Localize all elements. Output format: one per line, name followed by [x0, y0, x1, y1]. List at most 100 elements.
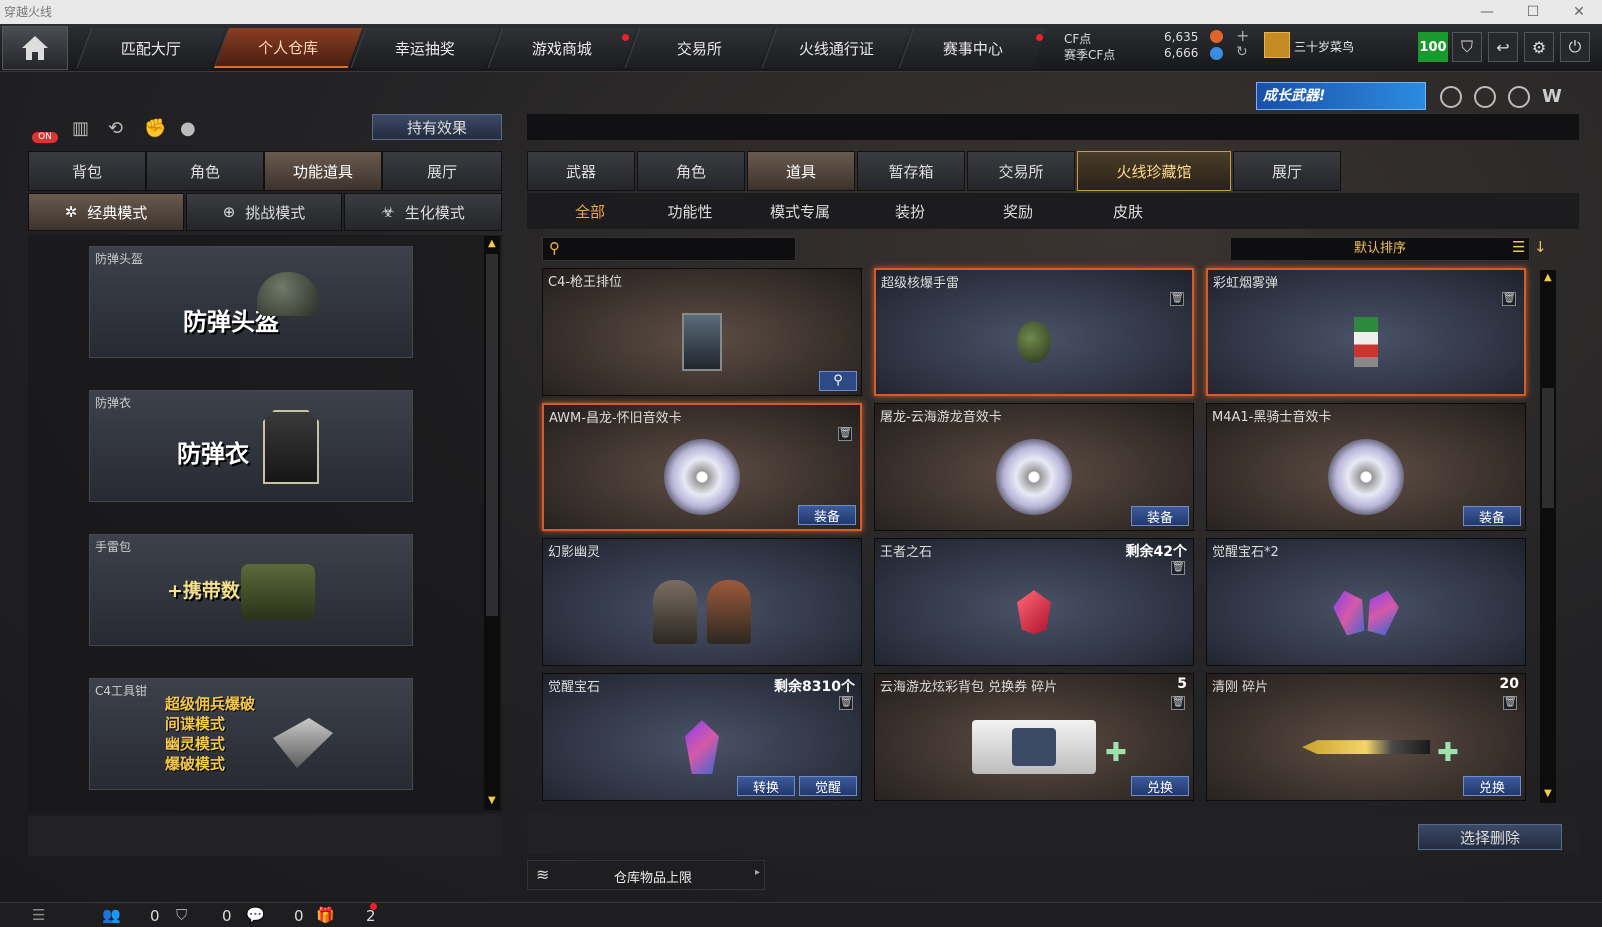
power-icon[interactable]: ⏻	[1560, 32, 1590, 62]
trash-icon[interactable]: 🗑	[1170, 292, 1184, 306]
nav-tab-match-hall[interactable]: 匹配大厅	[76, 28, 226, 68]
item-card[interactable]: 幻影幽灵	[542, 538, 862, 666]
home-button[interactable]	[2, 26, 68, 70]
shield-icon[interactable]: ⛉	[1452, 32, 1482, 62]
sort-dropdown[interactable]: 默认排序	[1230, 237, 1530, 261]
nav-tab-exchange[interactable]: 交易所	[624, 28, 774, 68]
equip-button[interactable]: 装备	[1131, 506, 1189, 526]
card-c4-pliers[interactable]: C4工具钳 超级佣兵爆破 间谍模式 幽灵模式 爆破模式	[88, 677, 414, 791]
tab-cf-collection[interactable]: 火线珍藏馆	[1077, 151, 1231, 191]
select-delete-button[interactable]: 选择删除	[1418, 824, 1562, 850]
tab-showroom[interactable]: 展厅	[382, 151, 502, 191]
list-icon[interactable]: ☰	[32, 906, 45, 924]
equip-button[interactable]: 装备	[798, 505, 856, 525]
item-card[interactable]: 云海游龙炫彩背包 兑换券 碎片 5 🗑 ✚ 兑换	[874, 673, 1194, 801]
scroll-thumb[interactable]	[1542, 388, 1554, 508]
scroll-down-icon[interactable]: ▼	[1544, 788, 1552, 799]
tab-weapons[interactable]: 武器	[527, 151, 635, 191]
search-input[interactable]	[571, 240, 791, 258]
badge-icon[interactable]	[1440, 86, 1462, 108]
tab-props[interactable]: 道具	[747, 151, 855, 191]
redeem-button[interactable]: 兑换	[1463, 776, 1521, 796]
tab-characters[interactable]: 角色	[637, 151, 745, 191]
trash-icon[interactable]: 🗑	[839, 696, 853, 710]
chat-icon[interactable]: 💬	[246, 906, 265, 924]
refresh-icon[interactable]: ↻	[1236, 44, 1248, 60]
equip-button[interactable]: 装备	[1463, 506, 1521, 526]
tab-functional-items[interactable]: 功能道具	[264, 151, 382, 191]
minimize-icon[interactable]: —	[1464, 0, 1510, 24]
item-card[interactable]: C4-枪王排位 ⚲	[542, 268, 862, 396]
trash-icon[interactable]: 🗑	[1503, 696, 1517, 710]
nav-tab-battle-pass[interactable]: 火线通行证	[761, 28, 911, 68]
trash-icon[interactable]: 🗑	[838, 427, 852, 441]
return-icon[interactable]: ↩	[1488, 32, 1518, 62]
subtab-all[interactable]: 全部	[540, 201, 640, 222]
card-grenade-pack[interactable]: 手雷包 +携带数	[88, 533, 414, 647]
storage-limit-bar[interactable]: ≋ 仓库物品上限 ▸	[527, 860, 765, 890]
nav-tab-game-mall[interactable]: 游戏商城	[487, 28, 637, 68]
subtab-functional[interactable]: 功能性	[640, 201, 740, 222]
convert-button[interactable]: 转换	[737, 776, 795, 796]
star-icon[interactable]	[1508, 86, 1530, 108]
grid-scrollbar[interactable]: ▲ ▼	[1540, 270, 1556, 803]
close-icon[interactable]: ✕	[1556, 0, 1602, 24]
item-card[interactable]: 彩虹烟雾弹 🗑	[1206, 268, 1526, 396]
item-card[interactable]: 清刚 碎片 20 🗑 ✚ 兑换	[1206, 673, 1526, 801]
item-card[interactable]: M4A1-黑骑士音效卡 装备	[1206, 403, 1526, 531]
card-armor[interactable]: 防弹衣 防弹衣	[88, 389, 414, 503]
username[interactable]: 三十岁菜鸟	[1294, 38, 1354, 55]
subtab-mode-exclusive[interactable]: 模式专属	[750, 201, 850, 222]
tab-temp-box[interactable]: 暂存箱	[857, 151, 965, 191]
hold-effect-button[interactable]: 持有效果	[372, 114, 502, 140]
mode-zombie[interactable]: ☣ 生化模式	[344, 193, 502, 231]
scroll-down-icon[interactable]: ▼	[488, 795, 496, 806]
scroll-up-icon[interactable]: ▲	[488, 238, 496, 249]
gear-icon[interactable]: ⚙	[1524, 32, 1554, 62]
item-card[interactable]: 觉醒宝石 剩余8310个 🗑 转换 觉醒	[542, 673, 862, 801]
trash-icon[interactable]: 🗑	[1171, 561, 1185, 575]
item-card[interactable]: 超级核爆手雷 🗑	[874, 268, 1194, 396]
fist-icon[interactable]: ✊	[144, 118, 166, 140]
nav-tab-personal-storage[interactable]: 个人仓库	[213, 28, 363, 68]
item-card[interactable]: 屠龙-云海游龙音效卡 装备	[874, 403, 1194, 531]
nav-tab-event-center[interactable]: 赛事中心	[898, 28, 1048, 68]
tab-gallery[interactable]: 展厅	[1233, 151, 1341, 191]
tab-trading[interactable]: 交易所	[967, 151, 1075, 191]
left-scrollbar[interactable]: ▲ ▼	[484, 236, 500, 810]
card-helmet[interactable]: 防弹头盔 防弹头盔	[88, 245, 414, 359]
subtab-skin[interactable]: 皮肤	[1078, 201, 1178, 222]
gift-icon[interactable]: 🎁	[316, 906, 335, 924]
subtab-reward[interactable]: 奖励	[968, 201, 1068, 222]
mode-classic[interactable]: ✲ 经典模式	[28, 193, 184, 231]
clan-shield-icon[interactable]: ⛉	[176, 906, 187, 924]
scroll-up-icon[interactable]: ▲	[1544, 272, 1552, 283]
trash-icon[interactable]: 🗑	[1171, 696, 1185, 710]
sort-arrow-icon[interactable]: ↓	[1534, 238, 1552, 260]
globe-icon[interactable]	[1474, 86, 1496, 108]
trash-icon[interactable]: 🗑	[1502, 292, 1516, 306]
w-logo-icon[interactable]: W	[1542, 86, 1566, 108]
redeem-button[interactable]: 兑换	[1131, 776, 1189, 796]
auto-toggle-icon[interactable]: ON	[32, 118, 58, 143]
growth-weapon-banner[interactable]: 成长武器!	[1256, 82, 1426, 110]
maximize-icon[interactable]: ☐	[1510, 0, 1556, 24]
awaken-button[interactable]: 觉醒	[799, 776, 857, 796]
tab-backpack[interactable]: 背包	[28, 151, 146, 191]
scroll-thumb[interactable]	[486, 254, 498, 616]
add-icon[interactable]: +	[1236, 26, 1249, 45]
grenade-icon[interactable]: ●	[180, 118, 202, 140]
friends-icon[interactable]: 👥	[102, 906, 121, 924]
magnify-icon[interactable]: ⚲	[819, 371, 857, 391]
nav-tab-lucky-draw[interactable]: 幸运抽奖	[350, 28, 500, 68]
item-card[interactable]: 王者之石 剩余42个 🗑	[874, 538, 1194, 666]
sort-menu-icon[interactable]: ☰	[1512, 238, 1532, 260]
stats-icon[interactable]: ▥	[72, 118, 94, 140]
search-box[interactable]: ⚲	[542, 237, 796, 261]
history-icon[interactable]: ⟲	[108, 118, 130, 140]
tab-role[interactable]: 角色	[146, 151, 264, 191]
subtab-outfit[interactable]: 装扮	[860, 201, 960, 222]
item-card[interactable]: 觉醒宝石*2	[1206, 538, 1526, 666]
mode-challenge[interactable]: ⊕ 挑战模式	[186, 193, 342, 231]
item-card[interactable]: AWM-昌龙-怀旧音效卡 🗑 装备	[542, 403, 862, 531]
